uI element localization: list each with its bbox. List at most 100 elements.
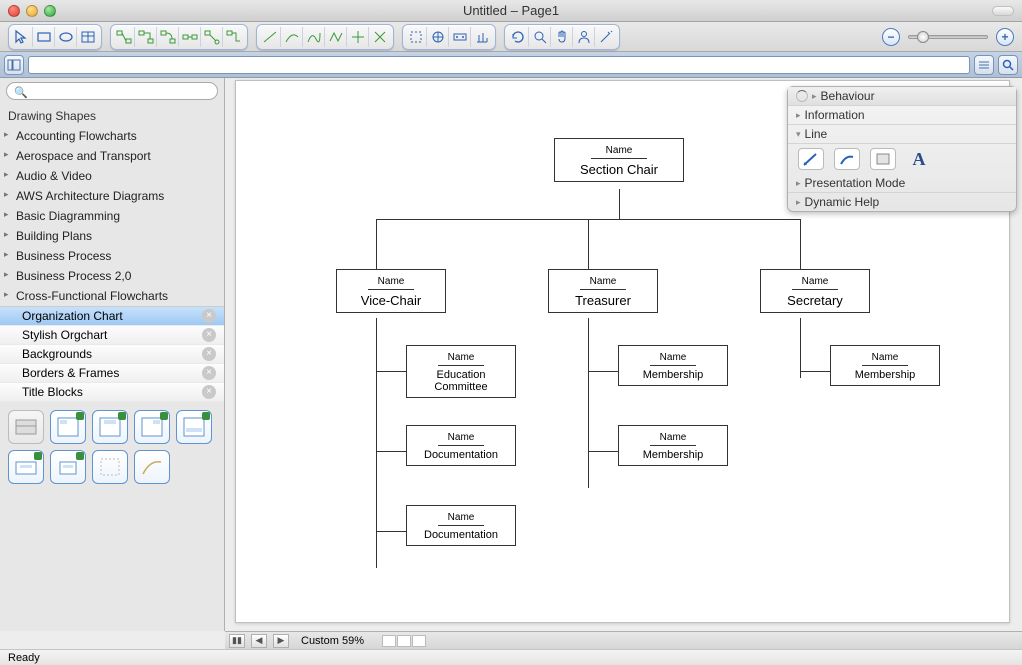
list-view-button[interactable] bbox=[974, 55, 994, 75]
category-accounting-flowcharts[interactable]: Accounting Flowcharts bbox=[0, 126, 224, 146]
page-thumb[interactable] bbox=[382, 635, 396, 647]
page-thumb[interactable] bbox=[412, 635, 426, 647]
table-tool[interactable] bbox=[77, 27, 99, 47]
wand-tool[interactable] bbox=[595, 27, 617, 47]
inspector-row-presentation-mode[interactable]: ▸Presentation Mode bbox=[788, 174, 1016, 193]
line-tool-1[interactable] bbox=[259, 27, 281, 47]
shape-tile-3[interactable] bbox=[92, 410, 128, 444]
org-box-documentation-2[interactable]: Name Documentation bbox=[406, 505, 516, 546]
org-box-documentation-1[interactable]: Name Documentation bbox=[406, 425, 516, 466]
page-pause-button[interactable]: ▮▮ bbox=[229, 634, 245, 648]
line-tool-3[interactable] bbox=[303, 27, 325, 47]
category-basic-diagramming[interactable]: Basic Diagramming bbox=[0, 206, 224, 226]
inspector-row-behaviour[interactable]: ▸ Behaviour bbox=[788, 87, 1016, 106]
connector-6[interactable] bbox=[223, 27, 245, 47]
line-style-brush-icon[interactable] bbox=[834, 148, 860, 170]
misc-tool-3[interactable] bbox=[449, 27, 471, 47]
ellipse-tool[interactable] bbox=[55, 27, 77, 47]
close-icon[interactable]: × bbox=[202, 366, 216, 380]
refresh-tool[interactable] bbox=[507, 27, 529, 47]
titlebar-grip[interactable] bbox=[992, 6, 1014, 16]
category-business-process-2[interactable]: Business Process 2,0 bbox=[0, 266, 224, 286]
toolbar-search-input[interactable] bbox=[28, 56, 970, 74]
close-icon[interactable]: × bbox=[202, 328, 216, 342]
zoom-label[interactable]: Custom 59% bbox=[295, 635, 370, 647]
zoom-in-button[interactable]: + bbox=[996, 28, 1014, 46]
category-audio-video[interactable]: Audio & Video bbox=[0, 166, 224, 186]
category-building-plans[interactable]: Building Plans bbox=[0, 226, 224, 246]
inspector-row-dynamic-help[interactable]: ▸Dynamic Help bbox=[788, 193, 1016, 211]
role-label: Education Committee bbox=[411, 369, 511, 393]
org-box-secretary[interactable]: Name Secretary bbox=[760, 269, 870, 313]
org-box-vice-chair[interactable]: Name Vice-Chair bbox=[336, 269, 446, 313]
stencil-organization-chart[interactable]: Organization Chart× bbox=[0, 307, 224, 326]
zoom-slider[interactable] bbox=[908, 35, 988, 39]
shape-tile-2[interactable] bbox=[50, 410, 86, 444]
connector bbox=[800, 318, 801, 378]
line-tool-4[interactable] bbox=[325, 27, 347, 47]
shape-tile-5[interactable] bbox=[176, 410, 212, 444]
connector bbox=[376, 371, 406, 372]
stencil-stylish-orgchart[interactable]: Stylish Orgchart× bbox=[0, 326, 224, 345]
zoom-out-button[interactable]: − bbox=[882, 28, 900, 46]
hand-tool[interactable] bbox=[551, 27, 573, 47]
stencil-title-blocks[interactable]: Title Blocks× bbox=[0, 383, 224, 402]
connector bbox=[588, 451, 618, 452]
line-tool-2[interactable] bbox=[281, 27, 303, 47]
org-box-treasurer[interactable]: Name Treasurer bbox=[548, 269, 658, 313]
search-button[interactable] bbox=[998, 55, 1018, 75]
page-prev-button[interactable]: ◀ bbox=[251, 634, 267, 648]
close-icon[interactable]: × bbox=[202, 309, 216, 323]
line-fill-icon[interactable] bbox=[870, 148, 896, 170]
connector-4[interactable] bbox=[179, 27, 201, 47]
category-business-process[interactable]: Business Process bbox=[0, 246, 224, 266]
close-icon[interactable]: × bbox=[202, 385, 216, 399]
shape-tile-4[interactable] bbox=[134, 410, 170, 444]
connector-5[interactable] bbox=[201, 27, 223, 47]
shape-tile-9[interactable] bbox=[134, 450, 170, 484]
misc-tool-2[interactable] bbox=[427, 27, 449, 47]
inspector-panel[interactable]: ▸ Behaviour ▸Information ▾Line A ▸Presen… bbox=[787, 86, 1017, 212]
stencil-backgrounds[interactable]: Backgrounds× bbox=[0, 345, 224, 364]
person-tool[interactable] bbox=[573, 27, 595, 47]
sidebar-search: 🔍 bbox=[0, 78, 224, 106]
text-tool-icon[interactable]: A bbox=[906, 148, 932, 170]
close-icon[interactable]: × bbox=[202, 347, 216, 361]
misc-tool-1[interactable] bbox=[405, 27, 427, 47]
window-title: Untitled – Page1 bbox=[0, 3, 1022, 18]
org-box-section-chair[interactable]: Name Section Chair bbox=[554, 138, 684, 182]
zoom-slider-thumb[interactable] bbox=[917, 31, 929, 43]
line-tool-6[interactable] bbox=[369, 27, 391, 47]
rectangle-tool[interactable] bbox=[33, 27, 55, 47]
category-aws-architecture[interactable]: AWS Architecture Diagrams bbox=[0, 186, 224, 206]
shape-search-input[interactable] bbox=[6, 82, 218, 100]
org-box-membership-3[interactable]: Name Membership bbox=[830, 345, 940, 386]
inspector-label: Behaviour bbox=[821, 89, 875, 103]
tool-group-connectors bbox=[110, 24, 248, 50]
category-cross-functional[interactable]: Cross-Functional Flowcharts bbox=[0, 286, 224, 306]
select-tool[interactable] bbox=[11, 27, 33, 47]
shape-tile-1[interactable] bbox=[8, 410, 44, 444]
page-thumb[interactable] bbox=[397, 635, 411, 647]
line-tool-5[interactable] bbox=[347, 27, 369, 47]
connector-2[interactable] bbox=[135, 27, 157, 47]
line-style-pen-icon[interactable] bbox=[798, 148, 824, 170]
category-aerospace-transport[interactable]: Aerospace and Transport bbox=[0, 146, 224, 166]
org-box-membership-2[interactable]: Name Membership bbox=[618, 425, 728, 466]
inspector-row-line[interactable]: ▾Line bbox=[788, 125, 1016, 144]
shape-tile-6[interactable] bbox=[8, 450, 44, 484]
shape-tile-8[interactable] bbox=[92, 450, 128, 484]
zoom-tool[interactable] bbox=[529, 27, 551, 47]
page-next-button[interactable]: ▶ bbox=[273, 634, 289, 648]
connector-1[interactable] bbox=[113, 27, 135, 47]
panel-toggle-button[interactable] bbox=[4, 55, 24, 75]
inspector-line-tools: A bbox=[788, 144, 1016, 174]
org-box-education-committee[interactable]: Name Education Committee bbox=[406, 345, 516, 398]
misc-tool-4[interactable] bbox=[471, 27, 493, 47]
stencil-borders-frames[interactable]: Borders & Frames× bbox=[0, 364, 224, 383]
org-box-membership-1[interactable]: Name Membership bbox=[618, 345, 728, 386]
shape-tile-7[interactable] bbox=[50, 450, 86, 484]
inspector-row-information[interactable]: ▸Information bbox=[788, 106, 1016, 125]
name-label: Name bbox=[411, 512, 511, 523]
connector-3[interactable] bbox=[157, 27, 179, 47]
